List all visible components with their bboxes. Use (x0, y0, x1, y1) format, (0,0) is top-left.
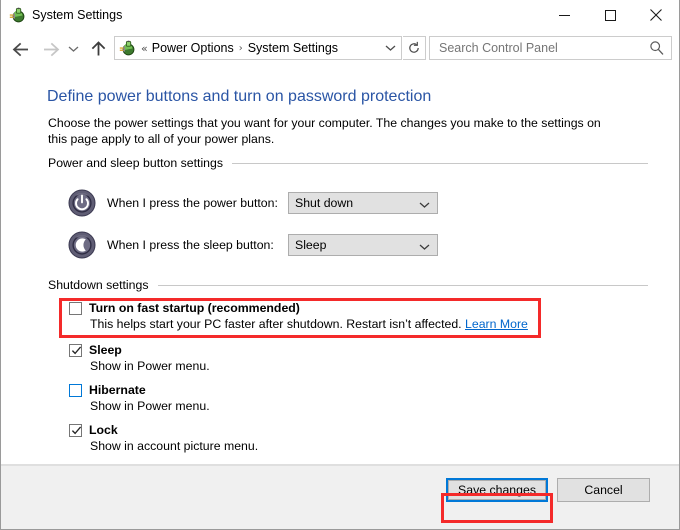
checkmark-icon (71, 346, 82, 355)
hibernate-checkbox[interactable] (69, 384, 82, 397)
fast-startup-description: This helps start your PC faster after sh… (90, 317, 528, 331)
breadcrumb-separator-icon: › (238, 42, 243, 54)
maximize-button[interactable] (587, 0, 633, 30)
fast-startup-description-text: This helps start your PC faster after sh… (90, 317, 462, 331)
power-button-setting-row: When I press the power button: (68, 188, 278, 218)
sleep-description: Show in Power menu. (90, 359, 210, 373)
sleep-button-action-value: Sleep (295, 238, 327, 252)
sleep-label[interactable]: Sleep (89, 343, 122, 357)
chevron-down-icon (419, 196, 430, 214)
back-arrow-icon (12, 42, 28, 56)
sleep-checkbox[interactable] (69, 344, 82, 357)
power-button-action-select[interactable]: Shut down (288, 192, 438, 214)
power-options-icon (119, 40, 136, 57)
hibernate-description: Show in Power menu. (90, 399, 210, 413)
group-header-shutdown: Shutdown settings (48, 278, 648, 292)
sleep-button-icon (68, 231, 96, 259)
recent-locations-button[interactable] (63, 36, 83, 62)
search-icon[interactable] (649, 40, 665, 56)
group-header-label: Power and sleep button settings (48, 156, 224, 170)
sleep-option-row: Sleep Show in Power menu. (69, 343, 210, 373)
chevron-down-icon (385, 45, 395, 51)
maximize-icon (604, 9, 616, 21)
cancel-label: Cancel (584, 483, 623, 497)
fast-startup-row: Turn on fast startup (recommended) This … (69, 301, 528, 331)
lock-checkbox[interactable] (69, 424, 82, 437)
power-button-action-value: Shut down (295, 196, 354, 210)
breadcrumb-overflow[interactable]: « (141, 42, 148, 55)
sleep-button-label: When I press the sleep button: (107, 238, 274, 252)
checkmark-icon (71, 426, 82, 435)
hibernate-option-row: Hibernate Show in Power menu. (69, 383, 210, 413)
lock-label[interactable]: Lock (89, 423, 118, 437)
close-button[interactable] (633, 0, 679, 30)
power-button-label: When I press the power button: (107, 196, 278, 210)
group-header-divider (157, 284, 648, 286)
content-area: Define power buttons and turn on passwor… (1, 68, 679, 462)
save-changes-label: Save changes (448, 480, 546, 500)
footer-bar: Save changes Cancel (1, 464, 679, 529)
footer-divider (1, 465, 679, 466)
learn-more-link[interactable]: Learn More (465, 317, 528, 331)
refresh-button[interactable] (403, 36, 426, 60)
group-header-label: Shutdown settings (48, 278, 149, 292)
power-options-icon (9, 7, 26, 24)
sleep-button-action-select[interactable]: Sleep (288, 234, 438, 256)
fast-startup-checkbox[interactable] (69, 302, 82, 315)
minimize-icon (558, 14, 570, 16)
search-box[interactable] (429, 36, 672, 60)
lock-description: Show in account picture menu. (90, 439, 259, 453)
save-changes-button[interactable]: Save changes (446, 478, 548, 502)
chevron-down-icon (68, 46, 78, 52)
address-bar[interactable]: « Power Options › System Settings (114, 36, 402, 60)
group-header-power-sleep: Power and sleep button settings (48, 156, 648, 170)
minimize-button[interactable] (541, 0, 587, 30)
power-button-icon (68, 189, 96, 217)
forward-arrow-icon (43, 42, 59, 56)
up-arrow-icon (91, 41, 105, 56)
breadcrumb-system-settings[interactable]: System Settings (248, 41, 338, 55)
address-dropdown-button[interactable] (379, 37, 401, 59)
search-input[interactable] (437, 40, 642, 56)
up-button[interactable] (86, 36, 110, 62)
refresh-icon (409, 41, 419, 53)
hibernate-label[interactable]: Hibernate (89, 383, 146, 397)
sleep-button-setting-row: When I press the sleep button: (68, 230, 274, 260)
chevron-down-icon (419, 238, 430, 256)
group-header-divider (232, 162, 648, 164)
page-description: Choose the power settings that you want … (48, 116, 601, 146)
close-icon (650, 9, 662, 21)
fast-startup-label[interactable]: Turn on fast startup (recommended) (89, 301, 300, 315)
breadcrumb-power-options[interactable]: Power Options (152, 41, 234, 55)
cancel-button[interactable]: Cancel (557, 478, 650, 502)
back-button[interactable] (8, 36, 34, 62)
system-settings-window: System Settings « Power Options › System… (0, 0, 680, 530)
page-title: Define power buttons and turn on passwor… (47, 88, 432, 105)
window-title: System Settings (32, 8, 123, 22)
lock-option-row: Lock Show in account picture menu. (69, 423, 258, 453)
title-bar: System Settings (1, 0, 679, 31)
forward-button[interactable] (38, 36, 62, 62)
